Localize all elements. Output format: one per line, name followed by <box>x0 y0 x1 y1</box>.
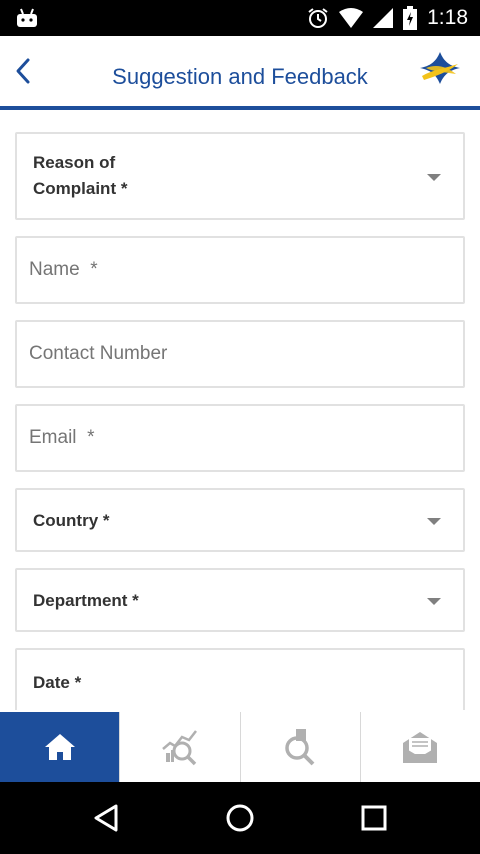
department-label: Department * <box>33 591 139 610</box>
home-circle-icon[interactable] <box>220 798 260 838</box>
email-field[interactable] <box>15 404 465 472</box>
country-dropdown[interactable]: Country * <box>15 488 465 552</box>
date-field[interactable]: Date * <box>15 648 465 710</box>
alarm-icon <box>308 8 328 28</box>
chevron-down-icon <box>427 598 441 605</box>
tab-chart-search[interactable] <box>119 712 239 782</box>
reason-of-complaint-dropdown[interactable]: Reason of Complaint * <box>15 132 465 220</box>
tab-document-search[interactable] <box>239 712 360 782</box>
contact-number-field[interactable] <box>15 320 465 388</box>
email-input[interactable] <box>17 406 463 470</box>
name-input[interactable] <box>17 238 463 302</box>
clock-time: 1:18 <box>427 6 468 29</box>
country-label: Country * <box>33 511 110 530</box>
date-label: Date * <box>33 673 82 692</box>
status-bar: 1:18 <box>0 0 480 36</box>
feedback-form: Reason of Complaint * Country * Departme… <box>0 110 480 710</box>
page-title: Suggestion and Feedback <box>112 64 368 89</box>
bottom-tab-bar <box>0 712 480 782</box>
chart-search-icon <box>162 730 197 766</box>
recents-square-icon[interactable] <box>354 798 394 838</box>
document-search-icon <box>285 729 315 766</box>
wifi-icon <box>339 8 364 28</box>
department-dropdown[interactable]: Department * <box>15 568 465 632</box>
chevron-down-icon <box>427 174 441 181</box>
app-header: Suggestion and Feedback <box>0 36 480 106</box>
chevron-down-icon <box>427 518 441 525</box>
android-icon <box>17 8 37 27</box>
contact-number-input[interactable] <box>17 322 463 386</box>
back-triangle-icon[interactable] <box>86 798 126 838</box>
tab-home[interactable] <box>0 712 120 782</box>
brand-logo <box>420 52 460 84</box>
envelope-icon <box>403 732 438 763</box>
reason-of-complaint-label: Reason of Complaint * <box>33 153 128 198</box>
tab-messages[interactable] <box>359 712 480 782</box>
system-nav-bar <box>0 782 480 854</box>
battery-icon <box>403 6 418 30</box>
signal-icon <box>373 8 394 28</box>
name-field[interactable] <box>15 236 465 304</box>
home-icon <box>44 734 75 760</box>
